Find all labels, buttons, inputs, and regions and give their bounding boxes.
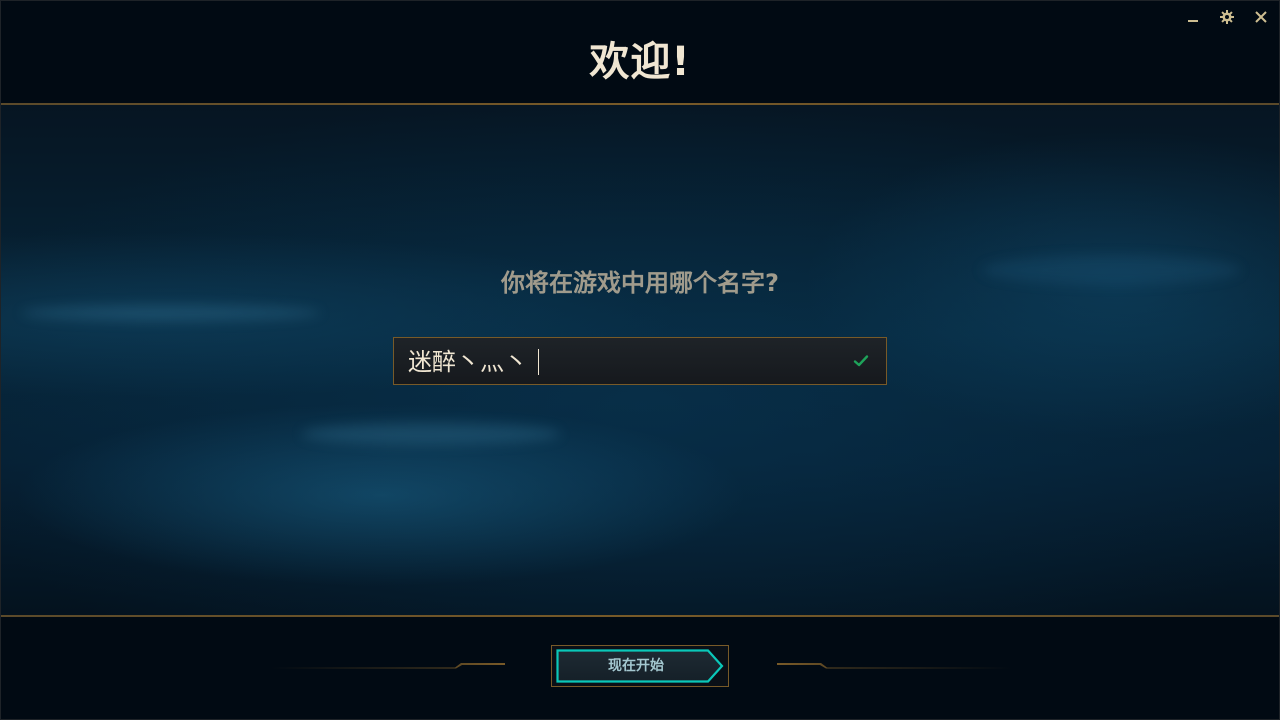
name-question: 你将在游戏中用哪个名字? <box>501 269 779 297</box>
page-title: 欢迎! <box>589 39 691 85</box>
gear-icon <box>1220 10 1234 24</box>
footer-ornament-left <box>271 663 505 669</box>
summoner-name-field[interactable]: 迷醉丶灬丶 <box>393 337 887 385</box>
background-light-streak <box>301 423 561 445</box>
start-button-frame: 现在开始 <box>551 645 729 687</box>
header: 欢迎! <box>1 1 1279 103</box>
minimize-button[interactable] <box>1183 7 1203 27</box>
settings-button[interactable] <box>1217 7 1237 27</box>
text-caret <box>538 349 539 375</box>
checkmark-icon <box>853 355 869 367</box>
summoner-name-value: 迷醉丶灬丶 <box>408 348 528 376</box>
close-icon <box>1255 11 1267 23</box>
window-controls <box>1183 7 1271 27</box>
client-window: 欢迎! 你将在游戏中用哪个名字? 迷醉丶灬丶 现在开始 <box>0 0 1280 720</box>
background-light-streak <box>21 305 321 321</box>
start-now-button[interactable]: 现在开始 <box>556 649 724 683</box>
minimize-icon <box>1188 20 1198 22</box>
main-panel: 你将在游戏中用哪个名字? 迷醉丶灬丶 <box>1 105 1279 615</box>
close-button[interactable] <box>1251 7 1271 27</box>
summoner-name-input[interactable]: 迷醉丶灬丶 <box>394 338 834 384</box>
start-button-label: 现在开始 <box>608 658 664 674</box>
footer-ornament-right <box>777 663 1011 669</box>
footer: 现在开始 <box>1 617 1279 719</box>
